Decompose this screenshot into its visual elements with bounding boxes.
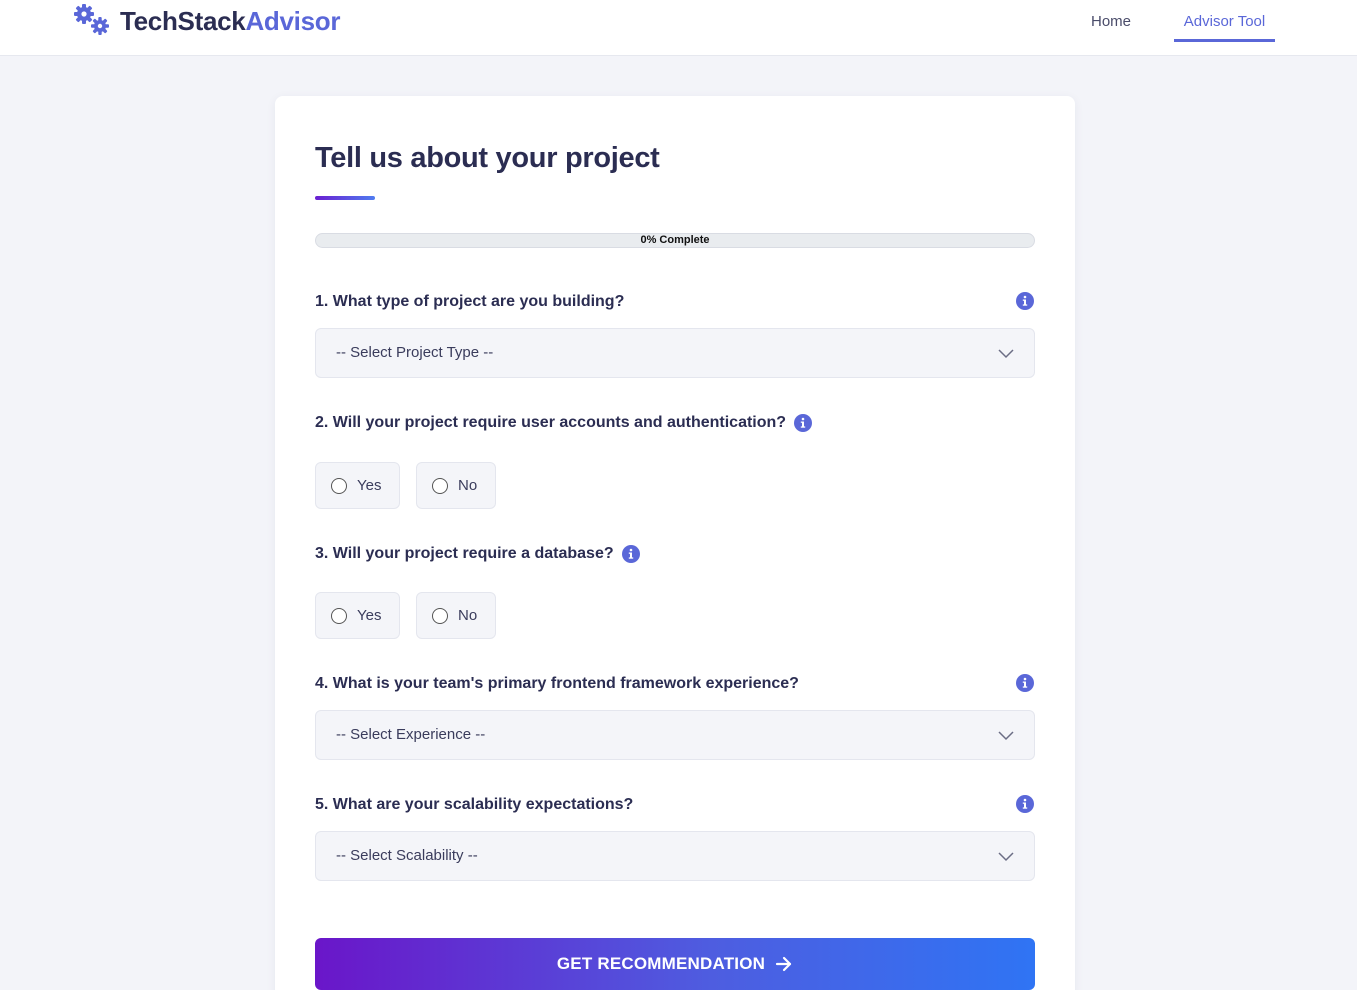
progress-label: 0% Complete [640,234,710,246]
radio-circle[interactable] [432,477,448,494]
brand-logo[interactable]: TechStackAdvisor [74,4,340,38]
radio-label: No [458,607,478,624]
question-2-text: 2. Will your project require user accoun… [315,414,787,431]
scalability-select[interactable]: -- Select Scalability -- [315,831,1035,881]
brand-name-part2: Advisor [245,5,341,36]
radio-label: Yes [357,477,382,494]
get-recommendation-button[interactable]: GET RECOMMENDATION [315,938,1035,990]
question-1-text: 1. What type of project are you building… [315,293,625,310]
question-5-text: 5. What are your scalability expectation… [315,796,634,813]
project-form-card: Tell us about your project 0% Complete 1… [275,96,1075,990]
arrow-right-icon [776,956,792,972]
project-type-select-value: -- Select Project Type -- [336,344,494,361]
info-icon[interactable] [1016,795,1034,813]
info-icon[interactable] [621,545,640,563]
navbar: TechStackAdvisor Home Advisor Tool [0,0,1357,56]
auth-option-yes[interactable]: Yes [315,462,400,509]
nav-link-home[interactable]: Home [1091,12,1131,42]
chevron-down-icon [998,852,1014,862]
question-4-text: 4. What is your team's primary frontend … [315,675,799,692]
progress-bar: 0% Complete [315,233,1035,248]
gears-icon [74,4,109,35]
page-title: Tell us about your project [315,142,660,174]
radio-circle[interactable] [432,607,448,624]
chevron-down-icon [998,349,1014,359]
brand-name-part1: TechStack [120,5,246,36]
radio-circle[interactable] [331,477,347,494]
info-icon[interactable] [1016,674,1034,692]
radio-circle[interactable] [331,607,347,624]
question-1-label: 1. What type of project are you building… [315,291,624,313]
radio-label: Yes [357,607,382,624]
question-2-label: 2. Will your project require user accoun… [315,412,813,434]
info-icon[interactable] [794,414,813,432]
question-5-label: 5. What are your scalability expectation… [315,794,633,816]
question-4-label: 4. What is your team's primary frontend … [315,673,799,695]
title-underline [315,196,375,200]
question-3-label: 3. Will your project require a database? [315,543,640,565]
question-3-text: 3. Will your project require a database? [315,545,614,562]
database-option-no[interactable]: No [416,592,496,639]
brand-name: TechStackAdvisor [120,6,340,37]
scalability-select-value: -- Select Scalability -- [336,847,478,864]
auth-option-no[interactable]: No [416,462,496,509]
radio-label: No [458,477,478,494]
chevron-down-icon [998,731,1014,741]
nav-link-advisor-tool[interactable]: Advisor Tool [1174,12,1275,42]
database-option-yes[interactable]: Yes [315,592,400,639]
frontend-experience-select[interactable]: -- Select Experience -- [315,710,1035,760]
frontend-experience-select-value: -- Select Experience -- [336,726,486,743]
info-icon[interactable] [1016,292,1034,310]
get-recommendation-label: GET RECOMMENDATION [556,954,766,973]
project-type-select[interactable]: -- Select Project Type -- [315,328,1035,378]
